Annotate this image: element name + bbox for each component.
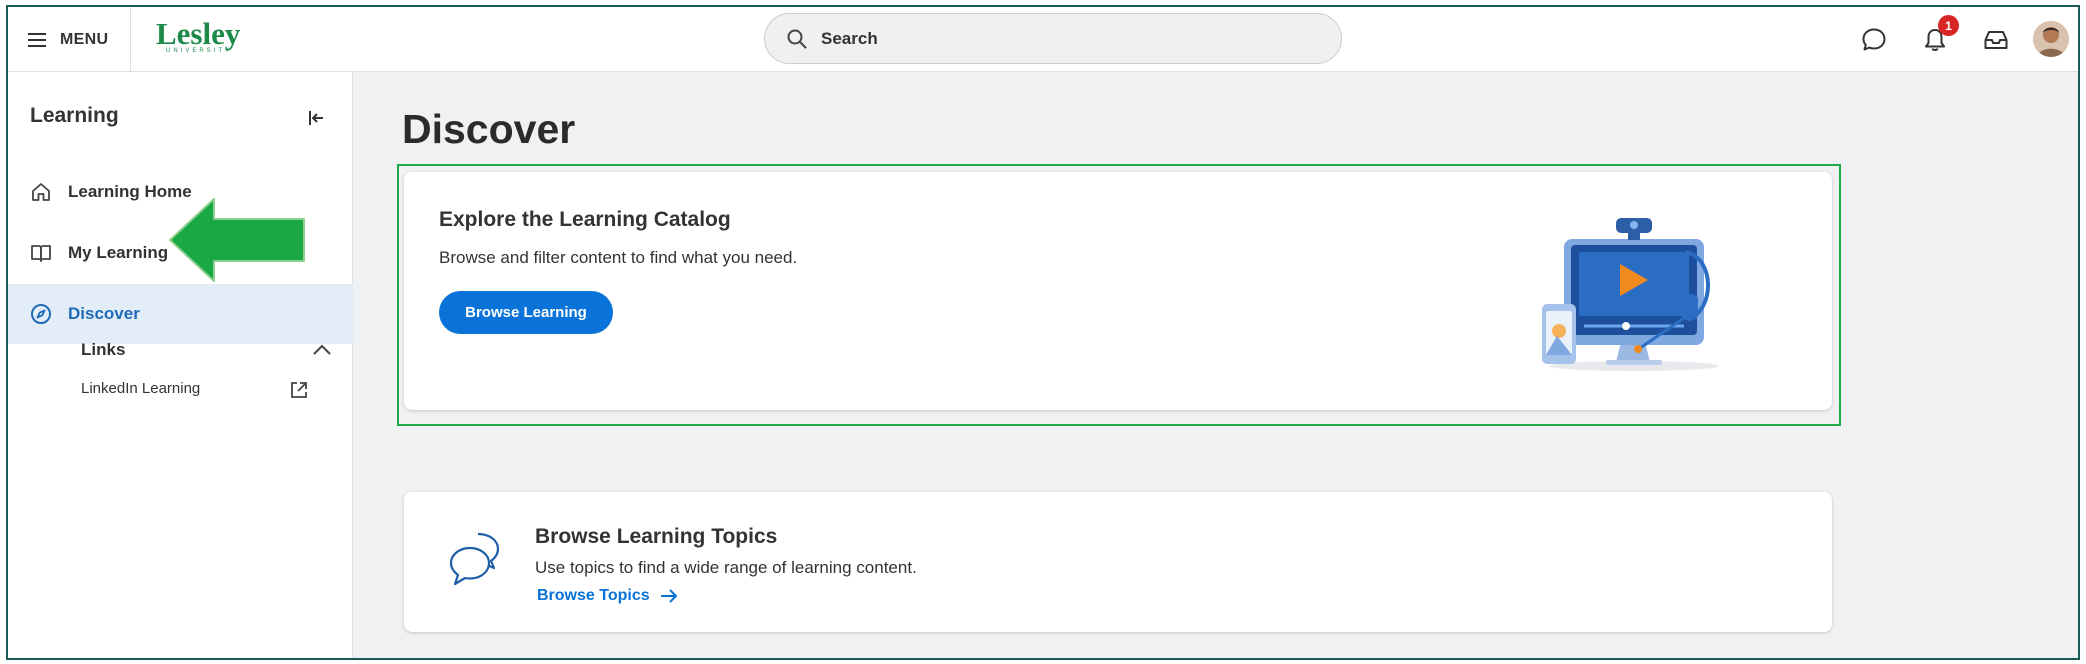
sidebar-item-label: Discover bbox=[68, 304, 140, 323]
topbar-divider bbox=[130, 7, 131, 72]
menu-label: MENU bbox=[60, 30, 109, 48]
external-link-icon[interactable] bbox=[289, 380, 309, 400]
inbox-button[interactable] bbox=[1981, 25, 2011, 55]
search-bar[interactable] bbox=[764, 13, 1342, 64]
logo-text: Lesley bbox=[156, 16, 241, 51]
links-heading: Links bbox=[81, 340, 126, 359]
annotation-arrow bbox=[169, 198, 305, 282]
home-icon bbox=[32, 183, 50, 201]
lesley-logo[interactable]: Lesley UNIVERSITY bbox=[156, 16, 266, 59]
sidebar-title: Learning bbox=[30, 104, 119, 127]
top-bar: MENU Lesley UNIVERSITY 1 bbox=[8, 7, 2078, 72]
menu-button[interactable]: MENU bbox=[8, 7, 130, 72]
chevron-up-icon[interactable] bbox=[310, 338, 334, 362]
chat-bubbles-icon bbox=[449, 532, 500, 586]
highlight-box bbox=[397, 164, 1841, 426]
page-title: Discover bbox=[402, 106, 576, 152]
app-window: MENU Lesley UNIVERSITY 1 bbox=[6, 5, 2080, 660]
user-avatar[interactable] bbox=[2033, 21, 2069, 57]
linkedin-learning-link[interactable]: LinkedIn Learning bbox=[81, 380, 200, 397]
sidebar-item-discover[interactable]: Discover bbox=[8, 284, 353, 344]
chat-button[interactable] bbox=[1859, 25, 1889, 55]
collapse-sidebar-icon[interactable] bbox=[304, 106, 328, 130]
book-icon bbox=[31, 245, 51, 262]
notification-badge: 1 bbox=[1938, 15, 1959, 36]
arrow-right-icon bbox=[660, 589, 678, 603]
chat-bubble-icon bbox=[1862, 28, 1886, 51]
compass-icon bbox=[31, 304, 51, 324]
sidebar: Learning Learning Home My Learning Disco… bbox=[8, 72, 353, 658]
avatar-image bbox=[2033, 21, 2069, 57]
topics-card-description: Use topics to find a wide range of learn… bbox=[535, 558, 917, 577]
sidebar-item-label: My Learning bbox=[68, 243, 169, 262]
hamburger-icon bbox=[28, 32, 46, 47]
search-input[interactable] bbox=[821, 28, 1301, 49]
search-icon bbox=[787, 29, 807, 48]
browse-topics-label: Browse Topics bbox=[537, 587, 650, 604]
browse-topics-link[interactable]: Browse Topics bbox=[537, 587, 678, 605]
logo-subtext: UNIVERSITY bbox=[165, 48, 232, 54]
inbox-icon bbox=[1984, 31, 2008, 49]
main-content: Discover Explore the Learning Catalog Br… bbox=[354, 72, 2078, 658]
topics-card-heading: Browse Learning Topics bbox=[535, 525, 778, 548]
learning-topics-card: Browse Learning Topics Use topics to fin… bbox=[404, 492, 1832, 632]
